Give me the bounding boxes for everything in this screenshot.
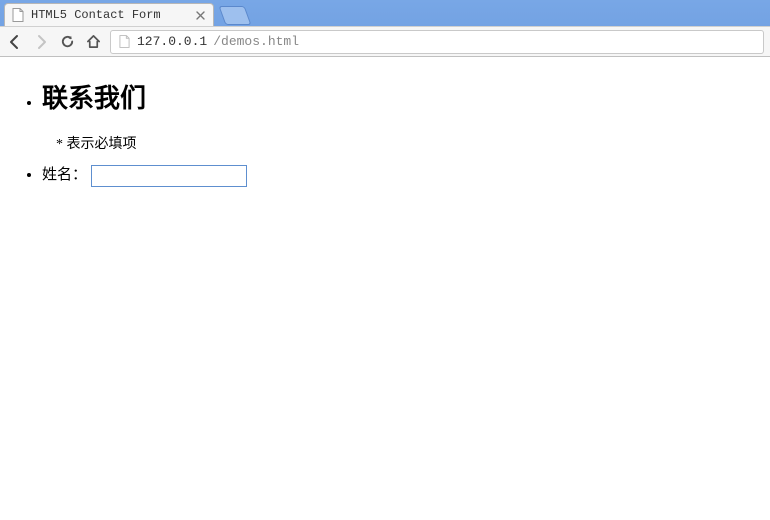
page-icon bbox=[117, 35, 131, 49]
name-field-row: 姓名： bbox=[42, 163, 756, 187]
forward-button[interactable] bbox=[32, 33, 50, 51]
home-button[interactable] bbox=[84, 33, 102, 51]
address-bar[interactable]: 127.0.0.1/demos.html bbox=[110, 30, 764, 54]
file-icon bbox=[11, 8, 25, 22]
page-heading: 联系我们 bbox=[42, 78, 756, 115]
required-note: * 表示必填项 bbox=[56, 133, 756, 153]
tab-strip: HTML5 Contact Form bbox=[0, 0, 770, 26]
page-content: 联系我们 * 表示必填项 姓名： bbox=[0, 56, 770, 195]
required-marker: * bbox=[56, 137, 63, 152]
close-icon[interactable] bbox=[193, 8, 207, 22]
url-path: /demos.html bbox=[213, 34, 299, 49]
browser-chrome-top: HTML5 Contact Form bbox=[0, 0, 770, 56]
new-tab-button[interactable] bbox=[219, 6, 252, 25]
back-button[interactable] bbox=[6, 33, 24, 51]
name-label: 姓名： bbox=[42, 167, 87, 183]
browser-tab[interactable]: HTML5 Contact Form bbox=[4, 3, 214, 26]
browser-toolbar: 127.0.0.1/demos.html bbox=[0, 26, 770, 57]
heading-item: 联系我们 * 表示必填项 bbox=[42, 78, 756, 153]
url-host: 127.0.0.1 bbox=[137, 34, 207, 49]
tab-title: HTML5 Contact Form bbox=[31, 8, 193, 22]
reload-button[interactable] bbox=[58, 33, 76, 51]
name-input[interactable] bbox=[91, 165, 247, 187]
required-note-text: 表示必填项 bbox=[67, 137, 137, 152]
